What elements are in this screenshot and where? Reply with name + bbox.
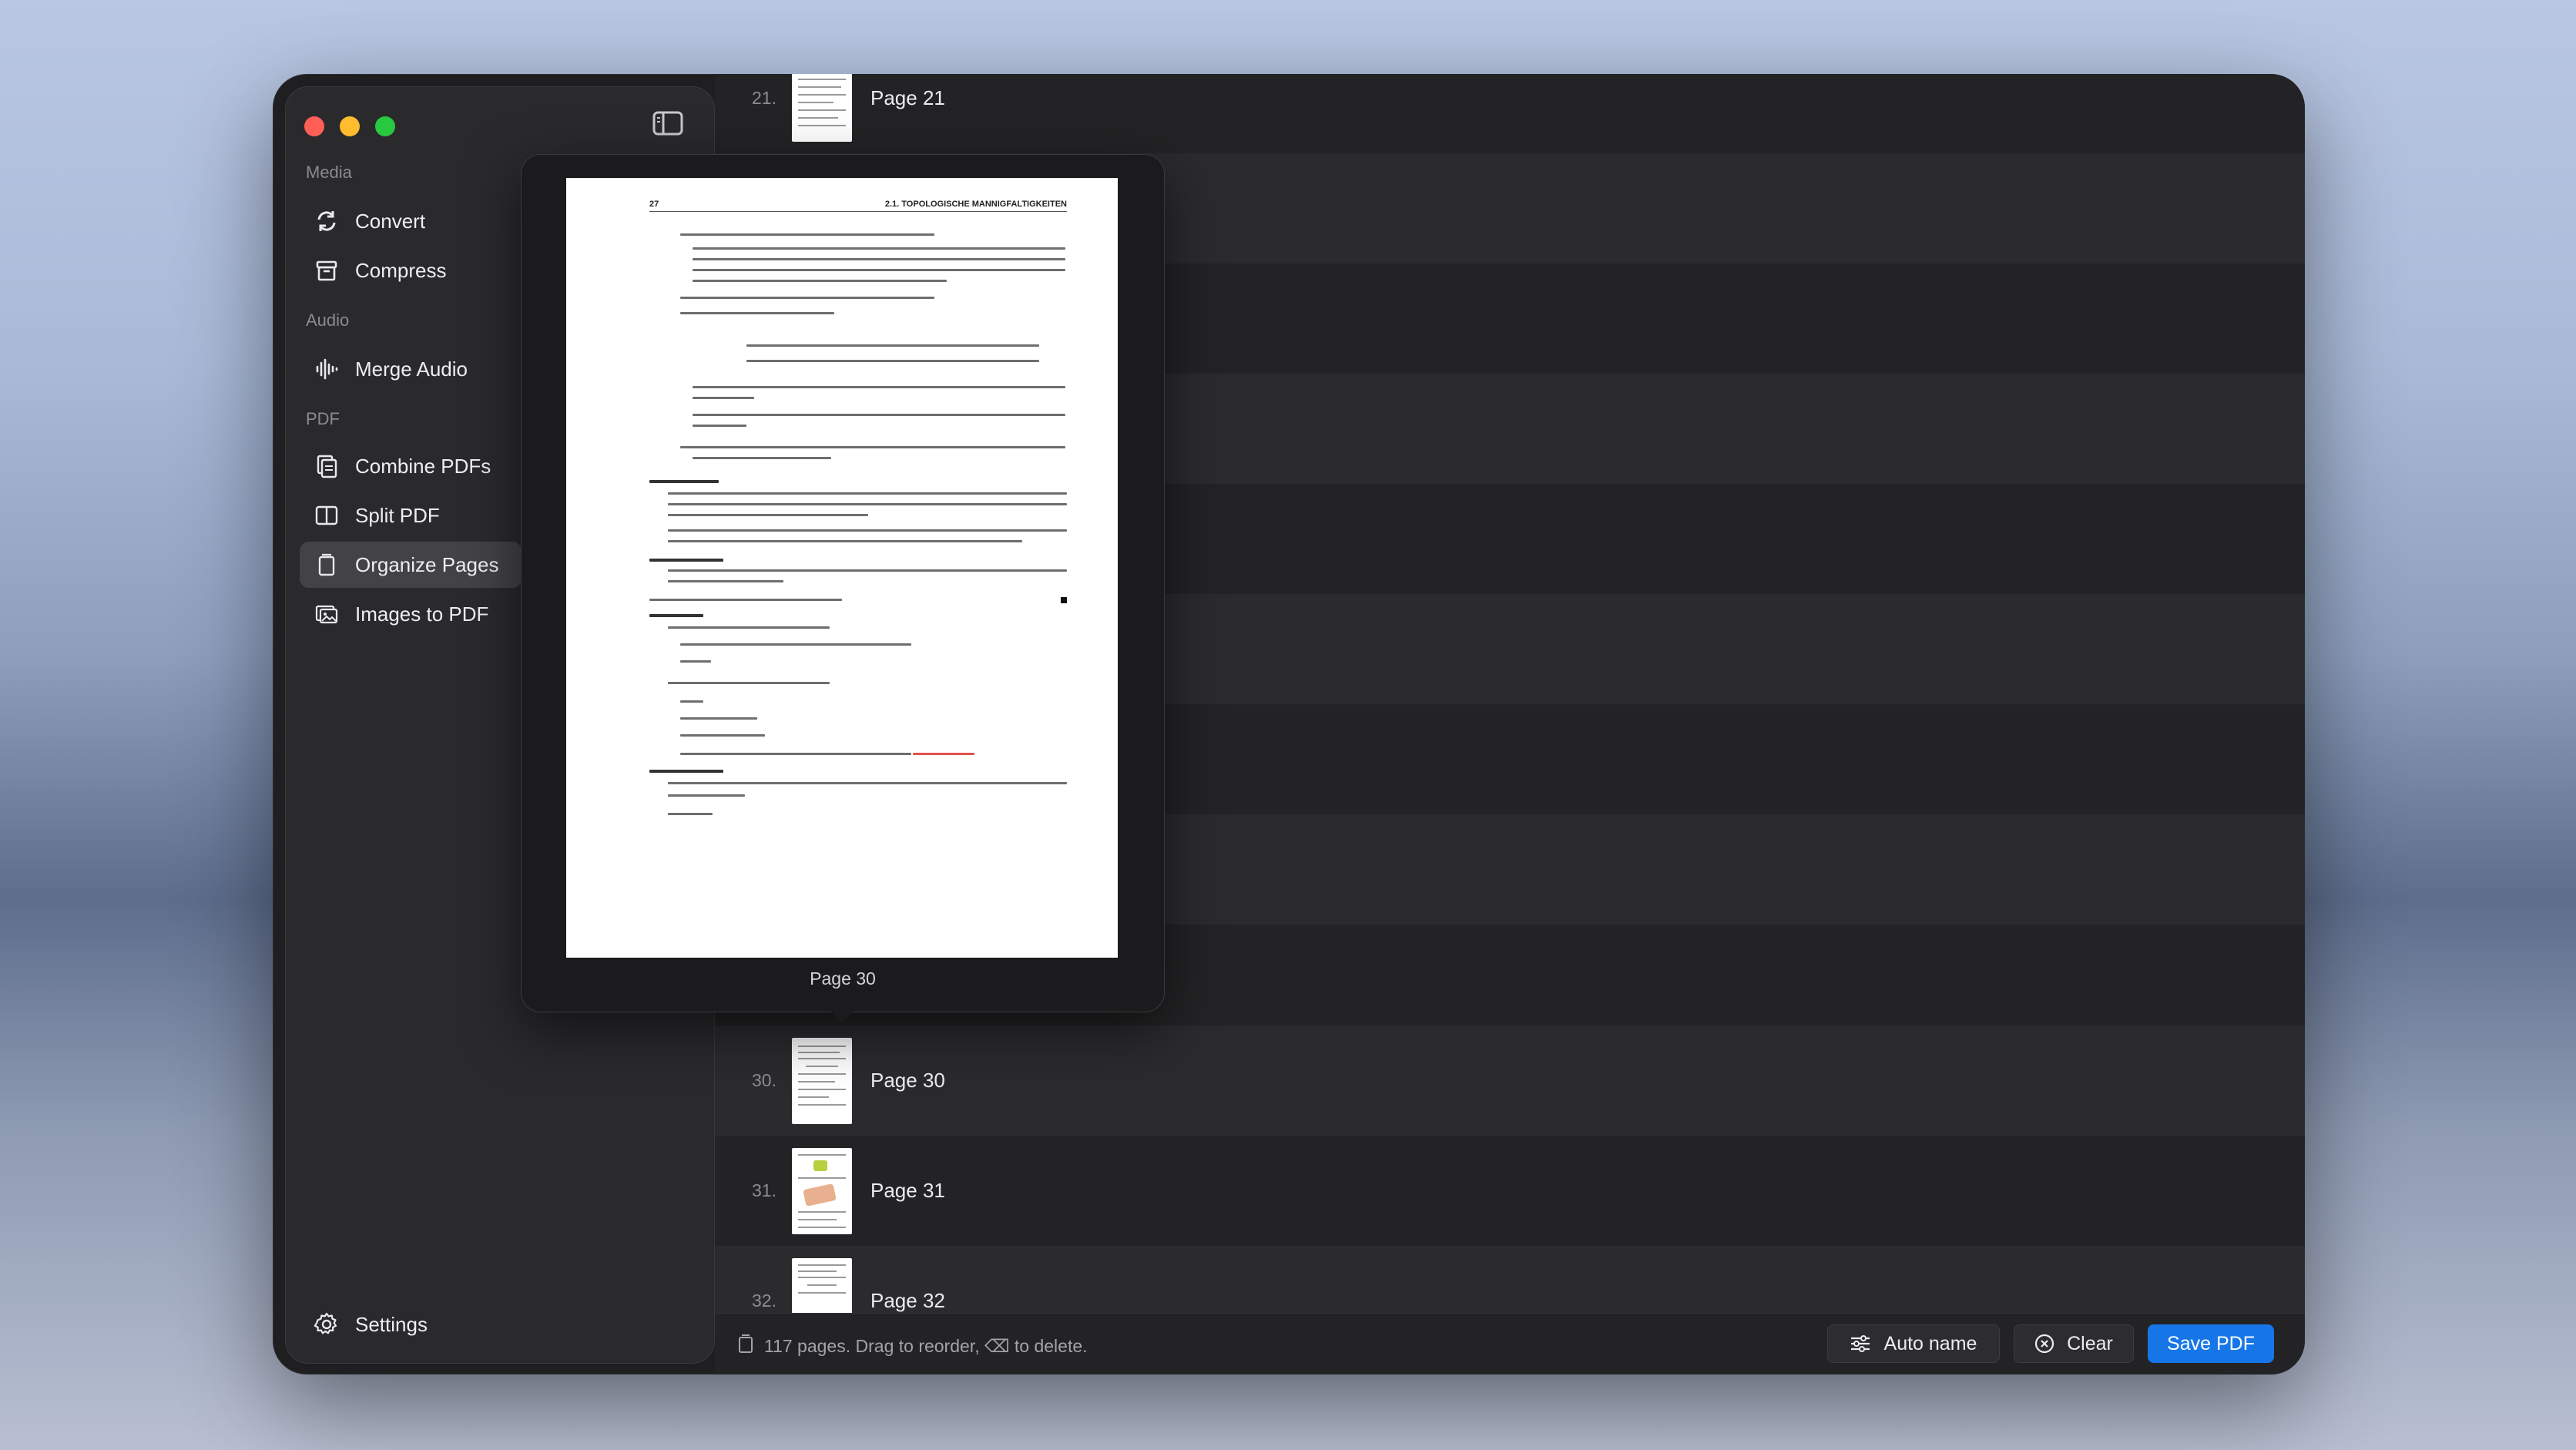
gear-icon <box>314 1311 340 1338</box>
page-thumbnail <box>792 1037 852 1124</box>
sidebar-item-images-to-pdf[interactable]: Images to PDF <box>300 591 522 637</box>
page-row[interactable]: 21. Page 21 <box>715 74 2305 153</box>
zoom-window-button[interactable] <box>375 116 395 136</box>
sidebar-item-label: Merge Audio <box>355 357 468 381</box>
sliders-icon <box>1850 1335 1870 1352</box>
sidebar-item-convert[interactable]: Convert <box>300 198 522 244</box>
sidebar-item-merge-audio[interactable]: Merge Audio <box>300 346 522 392</box>
page-row[interactable]: 30. Page 30 <box>715 1025 2305 1136</box>
sidebar-toggle-icon[interactable] <box>652 110 683 136</box>
clear-label: Clear <box>2067 1332 2113 1354</box>
combine-pdf-icon <box>314 453 340 479</box>
page-row[interactable]: 32. Page 32 <box>715 1246 2305 1313</box>
page-row-label: Page 30 <box>870 1069 945 1092</box>
sidebar-item-label: Combine PDFs <box>355 454 491 478</box>
status-area: 117 pages. Drag to reorder, ⌫ to delete. <box>738 1334 1088 1358</box>
page-preview-popover: 27 2.1. TOPOLOGISCHE MANNIGFALTIGKEITEN <box>521 154 1165 1022</box>
clear-button[interactable]: Clear <box>2014 1324 2134 1363</box>
minimize-window-button[interactable] <box>340 116 360 136</box>
organize-pages-icon <box>314 552 340 578</box>
split-pdf-icon <box>314 502 340 529</box>
sidebar-item-label: Organize Pages <box>355 552 499 576</box>
page-row-number: 30. <box>752 1070 776 1090</box>
preview-running-head: 2.1. TOPOLOGISCHE MANNIGFALTIGKEITEN <box>884 200 1067 209</box>
sidebar-item-combine-pdfs[interactable]: Combine PDFs <box>300 443 522 489</box>
preview-caption: Page 30 <box>810 968 876 988</box>
popover-arrow <box>828 1009 856 1022</box>
page-row-number: 31. <box>752 1180 776 1200</box>
page-row-label: Page 32 <box>870 1289 945 1312</box>
convert-icon <box>314 208 340 234</box>
sidebar-item-split-pdf[interactable]: Split PDF <box>300 492 522 539</box>
page-thumbnail <box>792 74 852 142</box>
page-thumbnail <box>792 1147 852 1234</box>
auto-name-button[interactable]: Auto name <box>1827 1324 2000 1363</box>
clear-circle-x-icon <box>2034 1334 2054 1354</box>
close-window-button[interactable] <box>304 116 324 136</box>
section-pdf: PDF <box>306 409 340 428</box>
sidebar-item-organize-pages[interactable]: Organize Pages <box>300 542 522 588</box>
section-audio: Audio <box>306 310 350 330</box>
compress-icon <box>314 257 340 284</box>
app-window: 21. Page 21 30. Page 30 31. Page 31 32. … <box>273 74 2305 1374</box>
sidebar-item-label: Images to PDF <box>355 602 489 626</box>
page-row[interactable]: 31. Page 31 <box>715 1136 2305 1246</box>
page-row-label: Page 21 <box>870 86 945 109</box>
preview-page-number: 27 <box>649 200 659 209</box>
sidebar-item-label: Split PDF <box>355 503 440 527</box>
page-preview-image: 27 2.1. TOPOLOGISCHE MANNIGFALTIGKEITEN <box>566 178 1118 958</box>
save-pdf-button[interactable]: Save PDF <box>2148 1324 2274 1363</box>
page-thumbnail <box>792 1257 852 1313</box>
auto-name-label: Auto name <box>1883 1332 1977 1354</box>
pages-count-icon <box>738 1334 753 1358</box>
sidebar-item-label: Convert <box>355 209 426 233</box>
settings-button[interactable]: Settings <box>300 1301 454 1348</box>
page-row-number: 21. <box>752 88 776 108</box>
sidebar-item-compress[interactable]: Compress <box>300 247 522 294</box>
waveform-icon <box>314 356 340 382</box>
images-icon <box>314 601 340 627</box>
page-row-number: 32. <box>752 1291 776 1311</box>
status-text: 117 pages. Drag to reorder, ⌫ to delete. <box>764 1335 1088 1356</box>
sidebar-item-label: Compress <box>355 258 447 282</box>
settings-label: Settings <box>355 1312 428 1336</box>
bottom-toolbar: 117 pages. Drag to reorder, ⌫ to delete.… <box>715 1313 2305 1374</box>
section-media: Media <box>306 163 352 182</box>
page-row-label: Page 31 <box>870 1179 945 1202</box>
